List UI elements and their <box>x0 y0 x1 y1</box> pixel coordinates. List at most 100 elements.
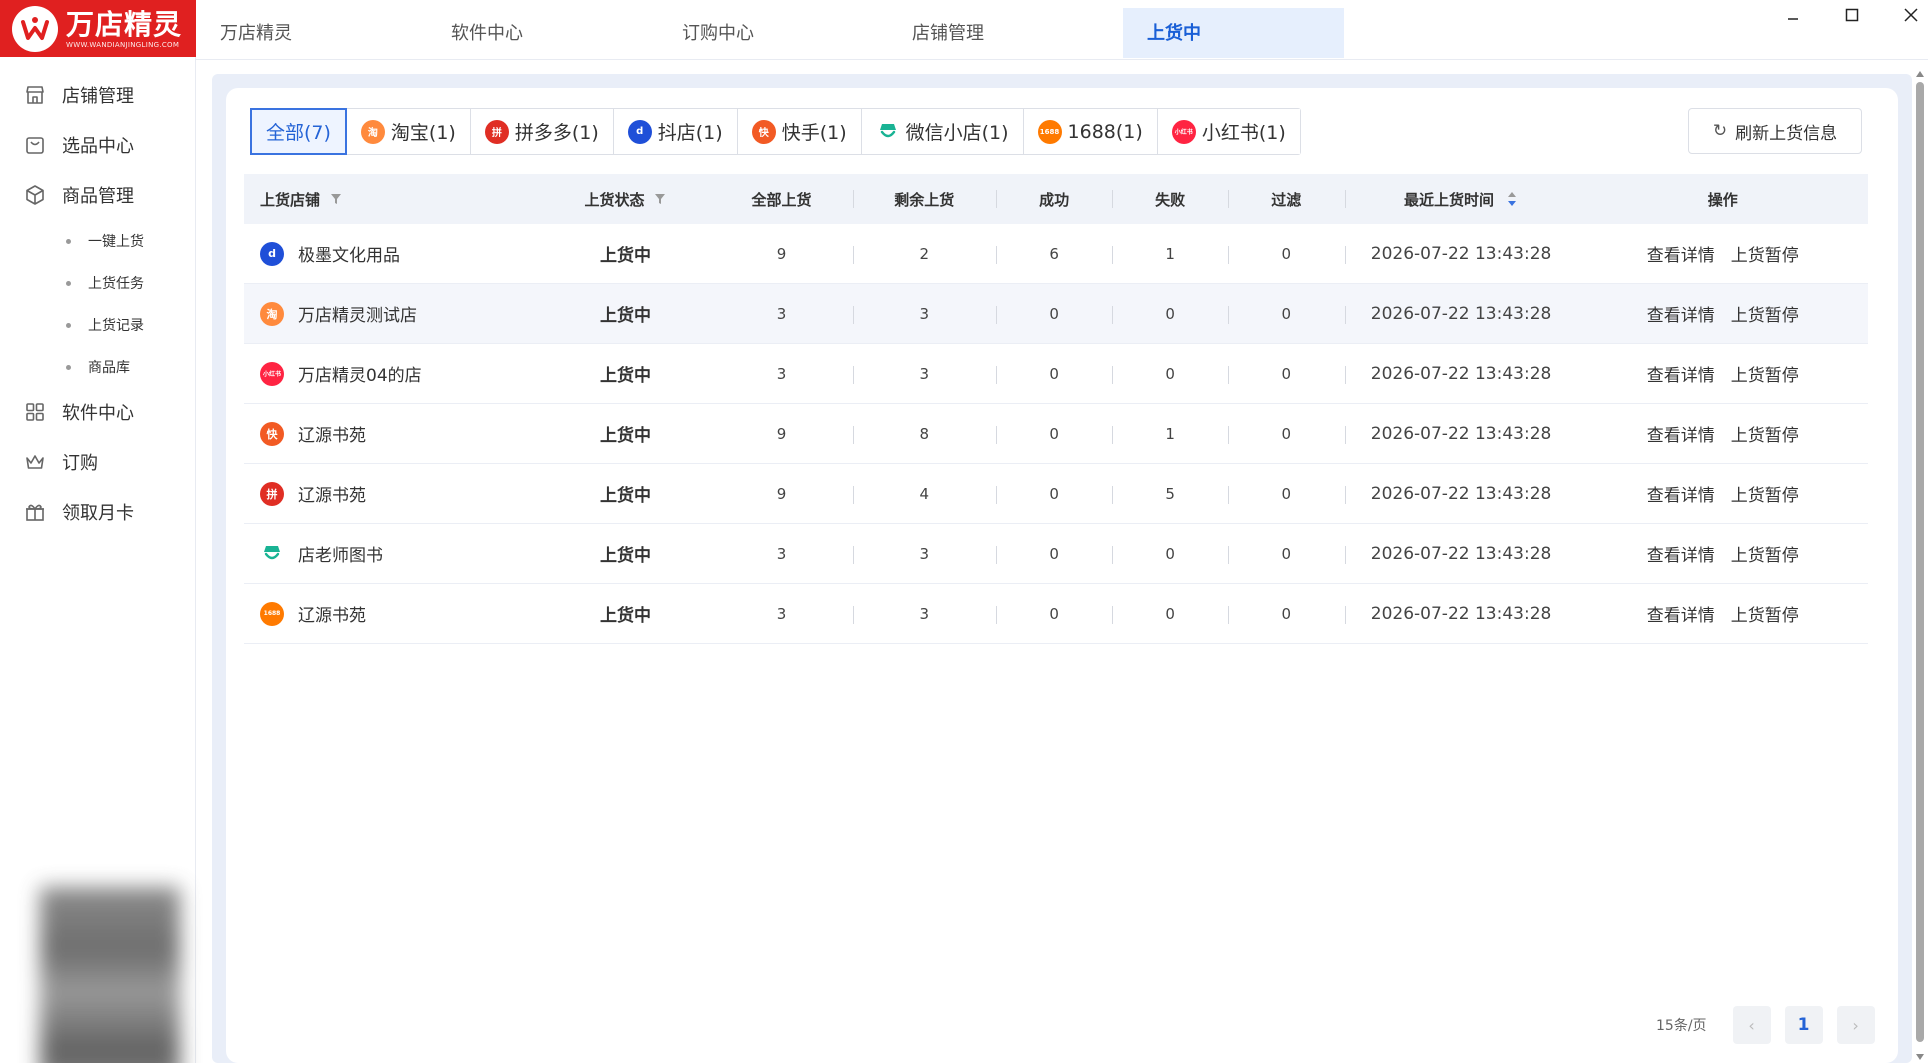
time-text: 2026-07-22 13:43:28 <box>1370 423 1552 444</box>
col-header-shop: 上货店铺 <box>244 174 541 224</box>
sort-icon[interactable] <box>1506 191 1518 207</box>
platform-tab-all[interactable]: 全部(7) <box>250 108 347 155</box>
scrollbar-thumb[interactable] <box>1916 82 1924 1042</box>
cell-status: 上货中 <box>541 344 711 403</box>
cell-filtered: 0 <box>1227 584 1345 643</box>
pause-upload-link[interactable]: 上货暂停 <box>1731 361 1799 386</box>
pinduoduo-icon: 拼 <box>260 481 284 506</box>
view-detail-link[interactable]: 查看详情 <box>1647 601 1715 626</box>
pause-upload-link[interactable]: 上货暂停 <box>1731 601 1799 626</box>
tab-wandian[interactable]: 万店精灵 <box>196 8 426 58</box>
pause-upload-link[interactable]: 上货暂停 <box>1731 301 1799 326</box>
tab-order-center[interactable]: 订购中心 <box>658 8 888 58</box>
sidebar-subitem-one-click-upload[interactable]: 一键上货 <box>0 226 196 256</box>
scroll-up-icon[interactable] <box>1912 68 1928 80</box>
cell-fail: 1 <box>1112 404 1228 463</box>
cell-status: 上货中 <box>541 464 711 523</box>
pause-upload-link[interactable]: 上货暂停 <box>1731 421 1799 446</box>
prev-page-button[interactable]: ‹ <box>1732 1006 1771 1044</box>
sidebar-item-store-management[interactable]: 店铺管理 <box>0 75 196 115</box>
refresh-icon: ↻ <box>1712 121 1728 141</box>
cell-filtered: 0 <box>1227 284 1345 343</box>
cell-total: 9 <box>776 484 787 503</box>
sidebar-item-product-management[interactable]: 商品管理 <box>0 175 196 215</box>
bullet-icon <box>66 364 71 370</box>
kuaishou-icon: 快 <box>260 421 284 446</box>
cell-remaining: 2 <box>852 224 996 283</box>
scroll-down-icon[interactable] <box>1912 1051 1928 1063</box>
pinduoduo-icon: 拼 <box>484 119 509 144</box>
platform-tab-label: 快手(1) <box>781 122 847 144</box>
cell-shop: 1688 辽源书苑 <box>244 584 541 643</box>
platform-tab-1688[interactable]: 1688 1688(1) <box>1023 109 1158 154</box>
sidebar-item-selection-center[interactable]: 选品中心 <box>0 125 196 165</box>
pause-upload-link[interactable]: 上货暂停 <box>1731 481 1799 506</box>
platform-tab-taobao[interactable]: 淘 淘宝(1) <box>346 109 471 154</box>
cell-status: 上货中 <box>541 404 711 463</box>
time-text: 2026-07-22 13:43:28 <box>1370 363 1552 384</box>
page-size-label[interactable]: 15条/页 <box>1656 1015 1707 1035</box>
col-header-filtered: 过滤 <box>1227 174 1345 224</box>
view-detail-link[interactable]: 查看详情 <box>1647 241 1715 266</box>
xiaohongshu-icon: 小红书 <box>1171 119 1196 144</box>
cell-shop: 拼辽源书苑 <box>244 464 541 523</box>
refresh-upload-info-button[interactable]: ↻ 刷新上货信息 <box>1688 108 1862 154</box>
shop-name: 店老师图书 <box>298 546 383 566</box>
time-text: 2026-07-22 13:43:28 <box>1370 603 1552 624</box>
time-text: 2026-07-22 13:43:28 <box>1370 543 1552 564</box>
cell-ops: 查看详情 上货暂停 <box>1578 524 1868 583</box>
cell-time: 2026-07-22 13:43:28 <box>1344 284 1578 343</box>
pause-upload-link[interactable]: 上货暂停 <box>1731 541 1799 566</box>
shop-name: 辽源书苑 <box>298 606 366 626</box>
platform-tab-wechat-shop[interactable]: 微信小店(1) <box>861 109 1024 154</box>
cell-time: 2026-07-22 13:43:28 <box>1344 584 1578 643</box>
col-header-time[interactable]: 最近上货时间 <box>1344 174 1578 224</box>
logo-subtext: WWW.WANDIANJINGLING.COM <box>66 40 180 49</box>
view-detail-link[interactable]: 查看详情 <box>1647 541 1715 566</box>
close-button[interactable] <box>1896 2 1926 28</box>
maximize-button[interactable] <box>1837 2 1867 28</box>
status-text: 上货中 <box>599 606 651 626</box>
sidebar-subitem-product-library[interactable]: 商品库 <box>0 352 196 382</box>
sidebar-subitem-upload-tasks[interactable]: 上货任务 <box>0 268 196 298</box>
shop-name: 万店精灵04的店 <box>298 366 422 386</box>
view-detail-link[interactable]: 查看详情 <box>1647 421 1715 446</box>
cell-ops: 查看详情 上货暂停 <box>1578 284 1868 343</box>
tab-store-management[interactable]: 店铺管理 <box>888 8 1118 58</box>
cell-time: 2026-07-22 13:43:28 <box>1344 464 1578 523</box>
tab-software-center[interactable]: 软件中心 <box>427 8 657 58</box>
gift-icon <box>24 501 46 523</box>
minimize-icon <box>1788 18 1798 20</box>
taobao-icon: 淘 <box>260 301 284 326</box>
page-number-button[interactable]: 1 <box>1784 1006 1823 1044</box>
sidebar-subitem-upload-records[interactable]: 上货记录 <box>0 310 196 340</box>
platform-tab-kuaishou[interactable]: 快 快手(1) <box>737 109 862 154</box>
view-detail-link[interactable]: 查看详情 <box>1647 481 1715 506</box>
sidebar-item-subscribe[interactable]: 订购 <box>0 442 196 482</box>
filter-icon[interactable] <box>330 193 342 205</box>
status-text: 上货中 <box>599 306 651 326</box>
platform-tab-pinduoduo[interactable]: 拼 拼多多(1) <box>470 109 614 154</box>
filter-icon[interactable] <box>654 193 666 205</box>
cell-fail: 0 <box>1112 344 1228 403</box>
sidebar-item-monthly-card[interactable]: 领取月卡 <box>0 492 196 532</box>
platform-tab-doudian[interactable]: d 抖店(1) <box>613 109 738 154</box>
next-page-button[interactable]: › <box>1836 1006 1875 1044</box>
col-header-remaining: 剩余上货 <box>852 174 996 224</box>
close-icon <box>1904 8 1918 22</box>
maximize-icon <box>1845 8 1859 22</box>
cell-time: 2026-07-22 13:43:28 <box>1344 524 1578 583</box>
tab-uploading[interactable]: 上货中 <box>1123 8 1344 58</box>
cell-success: 0 <box>995 284 1113 343</box>
taobao-icon: 淘 <box>360 119 385 144</box>
view-detail-link[interactable]: 查看详情 <box>1647 301 1715 326</box>
sidebar-subitem-label: 商品库 <box>88 360 130 376</box>
minimize-button[interactable] <box>1778 2 1808 28</box>
pause-upload-link[interactable]: 上货暂停 <box>1731 241 1799 266</box>
platform-tab-xiaohongshu[interactable]: 小红书 小红书(1) <box>1157 109 1300 154</box>
vertical-scrollbar[interactable] <box>1912 68 1928 1063</box>
sidebar-item-software-center[interactable]: 软件中心 <box>0 392 196 432</box>
shop-name: 辽源书苑 <box>298 486 366 506</box>
view-detail-link[interactable]: 查看详情 <box>1647 361 1715 386</box>
cell-remaining: 4 <box>852 464 996 523</box>
